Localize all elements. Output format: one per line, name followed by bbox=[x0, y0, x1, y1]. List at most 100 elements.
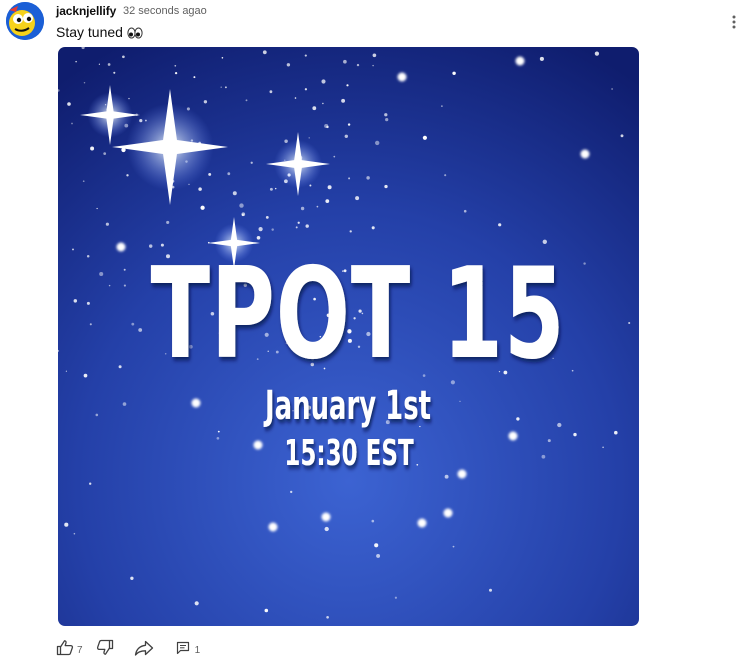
star-dot bbox=[459, 400, 461, 402]
star-dot bbox=[295, 226, 298, 229]
star-dot bbox=[372, 53, 377, 58]
star-dot bbox=[105, 222, 109, 226]
star-dot bbox=[103, 152, 107, 155]
star-dot bbox=[457, 469, 467, 479]
star-dot bbox=[271, 228, 274, 231]
star-dot bbox=[89, 323, 92, 326]
post-timestamp[interactable]: 32 seconds agao bbox=[123, 5, 207, 17]
star-dot bbox=[347, 123, 351, 126]
star-dot bbox=[241, 214, 244, 216]
star-dot bbox=[614, 430, 618, 435]
star-dot bbox=[217, 430, 220, 433]
star-dot bbox=[305, 224, 309, 228]
star-dot bbox=[118, 365, 122, 369]
star-dot bbox=[375, 140, 380, 146]
star-dot bbox=[422, 135, 427, 140]
share-button[interactable] bbox=[134, 640, 154, 661]
star-dot bbox=[107, 63, 111, 66]
star-dot bbox=[191, 398, 201, 408]
star-dot bbox=[224, 86, 227, 89]
star-dot bbox=[344, 134, 348, 138]
star-dot bbox=[71, 122, 73, 125]
star-dot bbox=[75, 60, 77, 63]
star-dot bbox=[99, 271, 104, 277]
star-dot bbox=[123, 268, 126, 271]
like-button[interactable]: 7 bbox=[56, 639, 83, 661]
star-dot bbox=[128, 97, 130, 100]
star-dot bbox=[304, 88, 308, 91]
star-dot bbox=[611, 88, 613, 90]
star-dot bbox=[441, 105, 443, 107]
star-dot bbox=[198, 187, 202, 191]
star-dot bbox=[72, 248, 74, 251]
star-dot bbox=[286, 63, 291, 67]
star-dot bbox=[268, 522, 278, 532]
reply-button[interactable]: 1 bbox=[176, 641, 200, 660]
dislike-button[interactable] bbox=[96, 639, 114, 661]
star-dot bbox=[193, 76, 196, 79]
star-dot bbox=[602, 446, 604, 449]
star-dot bbox=[571, 369, 574, 372]
post-text: Stay tuned bbox=[56, 24, 143, 40]
star-dot bbox=[385, 117, 389, 122]
star-dot bbox=[372, 64, 374, 67]
media-time: 15:30 EST bbox=[284, 433, 414, 475]
star-dot bbox=[96, 207, 98, 210]
star-dot bbox=[227, 172, 231, 176]
star-dot bbox=[113, 71, 116, 74]
star-dot bbox=[98, 63, 100, 65]
reply-icon bbox=[176, 641, 190, 660]
star-dot bbox=[452, 545, 455, 548]
star-dot bbox=[516, 417, 520, 421]
post-image[interactable]: TPOT 15 January 1st 15:30 EST bbox=[58, 47, 639, 626]
star-dot bbox=[73, 299, 78, 303]
star-dot bbox=[264, 608, 269, 613]
star-dot bbox=[83, 81, 86, 84]
star-dot bbox=[594, 51, 600, 56]
star-dot bbox=[312, 106, 317, 111]
star-dot bbox=[322, 102, 324, 105]
star-dot bbox=[541, 454, 546, 459]
author-name[interactable]: jacknjellify bbox=[56, 4, 116, 18]
star-dot bbox=[346, 84, 349, 87]
action-bar: 7 1 bbox=[56, 639, 200, 661]
eyes-emoji-icon bbox=[127, 26, 143, 39]
star-dot bbox=[333, 155, 336, 158]
star-dot bbox=[174, 64, 177, 67]
more-vert-icon[interactable] bbox=[724, 12, 744, 32]
star-dot bbox=[376, 553, 381, 558]
star-dot bbox=[341, 98, 346, 103]
star-dot bbox=[366, 176, 370, 180]
star-dot bbox=[67, 102, 71, 106]
star-dot bbox=[397, 72, 407, 82]
star-dot bbox=[620, 134, 624, 138]
star-dot bbox=[232, 191, 237, 196]
star-dot bbox=[444, 174, 447, 177]
star-dot bbox=[452, 71, 456, 76]
star-dot bbox=[316, 205, 319, 208]
star-dot bbox=[348, 177, 351, 180]
thumbs-up-icon bbox=[56, 639, 74, 661]
star-dot bbox=[300, 206, 305, 211]
star-dot bbox=[86, 255, 90, 258]
media-date: January 1st bbox=[263, 382, 431, 428]
star-dot bbox=[515, 56, 525, 66]
star-dot bbox=[253, 440, 263, 450]
star-dot bbox=[250, 161, 253, 164]
star-dot bbox=[508, 431, 518, 441]
star-dot bbox=[122, 55, 125, 59]
star-dot bbox=[327, 185, 332, 190]
star-dot bbox=[294, 97, 297, 99]
star-dot bbox=[89, 482, 92, 485]
star-dot bbox=[126, 174, 129, 177]
star-dot bbox=[64, 522, 69, 527]
star-dot bbox=[384, 184, 388, 189]
star-dot bbox=[216, 436, 220, 440]
star-dot bbox=[73, 532, 76, 535]
star-dot bbox=[269, 90, 273, 94]
star-dot bbox=[208, 172, 212, 176]
star-dot bbox=[557, 422, 562, 428]
star-dot bbox=[203, 100, 208, 104]
avatar[interactable] bbox=[6, 2, 44, 40]
star-dot bbox=[539, 56, 544, 61]
